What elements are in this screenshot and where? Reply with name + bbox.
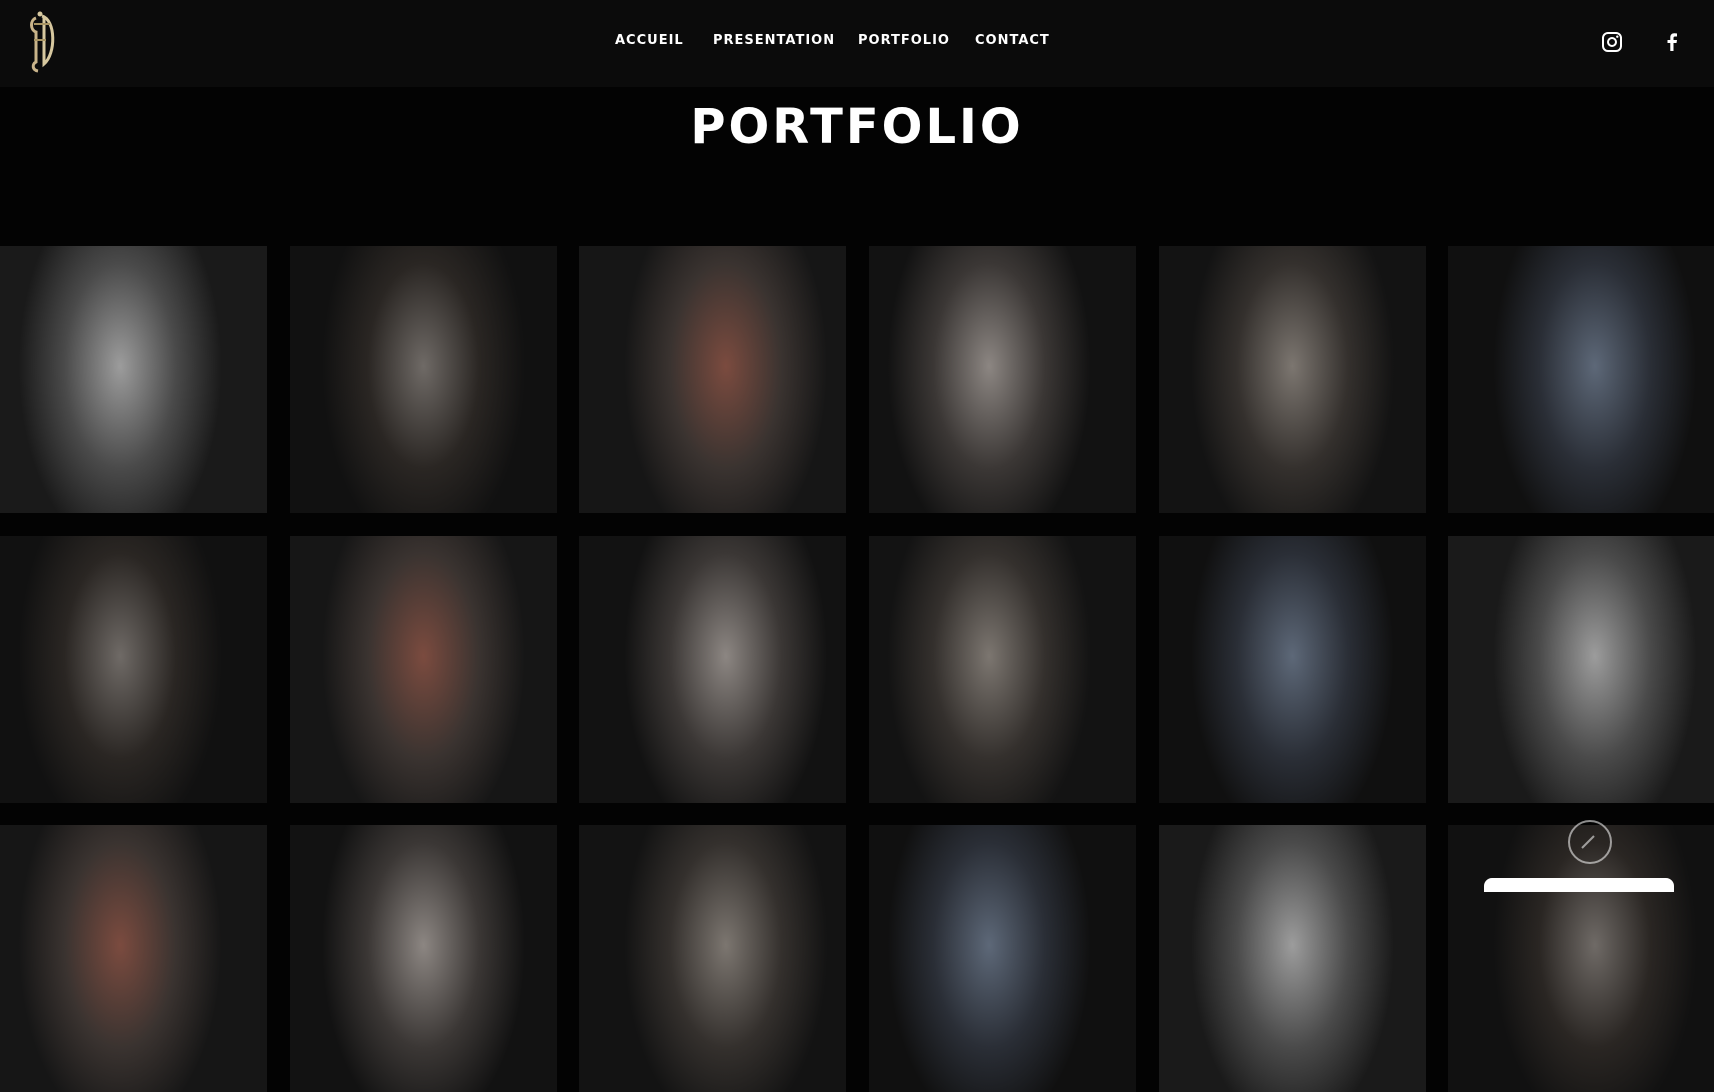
tattoo-image bbox=[579, 246, 846, 513]
tattoo-photo-13[interactable] bbox=[0, 825, 267, 1092]
scroll-to-top-button[interactable] bbox=[1568, 820, 1612, 864]
tattoo-photo-10[interactable] bbox=[869, 536, 1136, 803]
tattoo-image bbox=[579, 825, 846, 1092]
tattoo-image bbox=[1448, 246, 1714, 513]
facebook-icon[interactable] bbox=[1660, 30, 1684, 54]
tattoo-photo-7[interactable] bbox=[0, 536, 267, 803]
tattoo-photo-6[interactable] bbox=[1448, 246, 1714, 513]
tattoo-photo-11[interactable] bbox=[1159, 536, 1426, 803]
tattoo-photo-4[interactable] bbox=[869, 246, 1136, 513]
tattoo-photo-2[interactable] bbox=[290, 246, 557, 513]
tattoo-image bbox=[1448, 536, 1714, 803]
instagram-icon[interactable] bbox=[1600, 30, 1624, 54]
tattoo-photo-18[interactable] bbox=[1448, 825, 1714, 1092]
tattoo-photo-3[interactable] bbox=[579, 246, 846, 513]
arrow-up-icon bbox=[1581, 835, 1595, 849]
tattoo-image bbox=[579, 536, 846, 803]
tattoo-image bbox=[0, 536, 267, 803]
main-nav: ACCUEIL PRESENTATION PORTFOLIO CONTACT bbox=[0, 33, 1714, 53]
tattoo-image bbox=[1159, 825, 1426, 1092]
tattoo-image bbox=[290, 246, 557, 513]
tattoo-image bbox=[869, 536, 1136, 803]
tattoo-photo-15[interactable] bbox=[579, 825, 846, 1092]
tattoo-photo-9[interactable] bbox=[579, 536, 846, 803]
tattoo-image bbox=[1159, 536, 1426, 803]
tattoo-photo-16[interactable] bbox=[869, 825, 1136, 1092]
page-title: PORTFOLIO bbox=[690, 99, 1024, 155]
tattoo-photo-5[interactable] bbox=[1159, 246, 1426, 513]
tattoo-image bbox=[869, 825, 1136, 1092]
tattoo-image bbox=[290, 825, 557, 1092]
tattoo-image bbox=[869, 246, 1136, 513]
chat-widget[interactable] bbox=[1484, 878, 1674, 892]
tattoo-image bbox=[1159, 246, 1426, 513]
tattoo-photo-14[interactable] bbox=[290, 825, 557, 1092]
tattoo-photo-17[interactable] bbox=[1159, 825, 1426, 1092]
tattoo-image bbox=[290, 536, 557, 803]
tattoo-image bbox=[1448, 825, 1714, 1092]
tattoo-photo-12[interactable] bbox=[1448, 536, 1714, 803]
site-header: ACCUEIL PRESENTATION PORTFOLIO CONTACT bbox=[0, 0, 1714, 87]
nav-item-presentation[interactable]: PRESENTATION bbox=[713, 33, 835, 48]
tattoo-photo-1[interactable] bbox=[0, 246, 267, 513]
tattoo-image bbox=[0, 825, 267, 1092]
nav-item-accueil[interactable]: ACCUEIL bbox=[615, 33, 684, 48]
tattoo-photo-8[interactable] bbox=[290, 536, 557, 803]
nav-item-contact[interactable]: CONTACT bbox=[975, 33, 1050, 48]
nav-item-portfolio[interactable]: PORTFOLIO bbox=[858, 33, 950, 48]
tattoo-image bbox=[0, 246, 267, 513]
